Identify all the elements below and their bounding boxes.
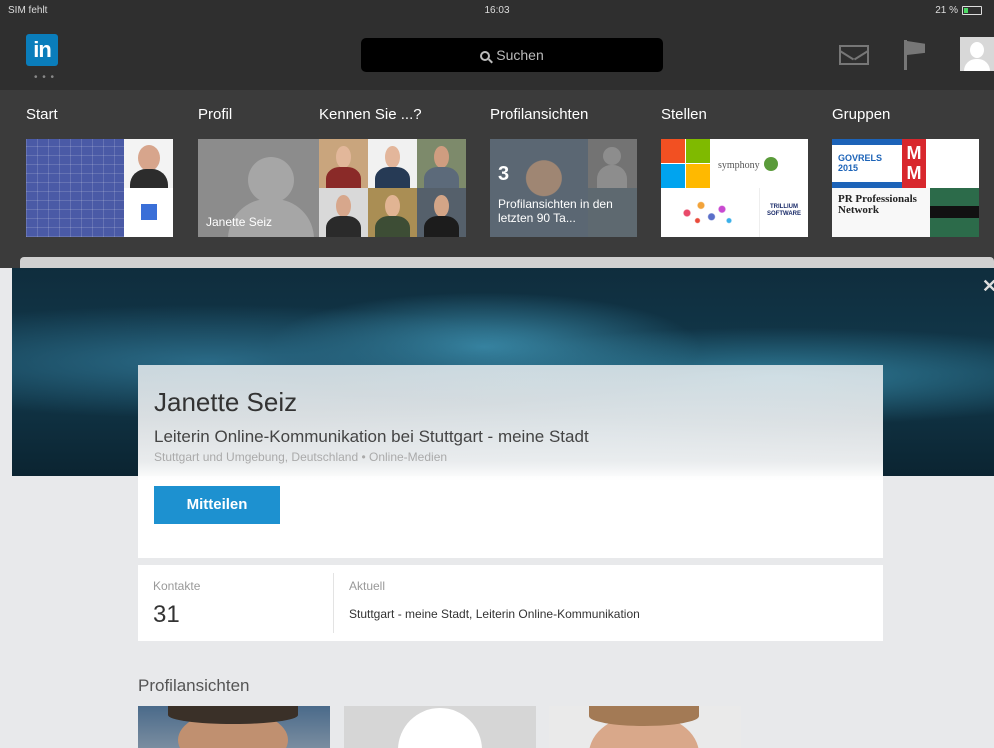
profile-icon[interactable] xyxy=(960,37,994,71)
contacts-count[interactable]: 31 xyxy=(153,601,180,629)
govrels-logo: GOVRELS 2015 xyxy=(832,139,902,188)
battery-icon xyxy=(962,6,982,15)
mm-logo: M M xyxy=(902,139,979,188)
group-logo xyxy=(930,188,979,237)
nav-profilansichten[interactable]: Profilansichten 3 Profilansichten in den… xyxy=(490,106,637,237)
nav-gruppen-label: Gruppen xyxy=(832,106,891,123)
panel-left-edge xyxy=(0,268,12,748)
burst-logo xyxy=(673,194,743,232)
profil-tile-name: Janette Seiz xyxy=(206,215,273,229)
avatar xyxy=(319,188,368,237)
avatar xyxy=(417,188,466,237)
panel-edge xyxy=(20,257,994,268)
flag-icon[interactable] xyxy=(904,40,926,70)
menu-dots-icon[interactable]: • • • xyxy=(34,72,55,83)
avatar xyxy=(124,139,173,191)
nav-gruppen[interactable]: Gruppen GOVRELS 2015 M M PR Professional… xyxy=(832,106,979,237)
avatar xyxy=(368,188,417,237)
views-caption: Profilansichten in den letzten 90 Ta... xyxy=(498,197,613,225)
nav-profil[interactable]: Profil Janette Seiz xyxy=(198,106,345,237)
govrels-text: GOVRELS 2015 xyxy=(838,153,883,173)
people-tile[interactable] xyxy=(319,139,466,237)
nav-profil-label: Profil xyxy=(198,106,233,123)
status-bar: SIM fehlt 16:03 21 % xyxy=(0,0,994,20)
close-icon[interactable]: ✕ xyxy=(982,276,994,297)
nav-stellen-label: Stellen xyxy=(661,106,707,123)
battery-percent: 21 % xyxy=(935,5,958,16)
nav-start[interactable]: Start xyxy=(26,106,173,237)
viewer-thumbnail[interactable] xyxy=(549,706,741,748)
nav-categories: Start Profil Janette Seiz Kennen Sie ...… xyxy=(0,90,994,250)
company-logo xyxy=(124,188,173,237)
linkedin-logo[interactable]: in xyxy=(26,34,58,66)
contacts-label: Kontakte xyxy=(153,579,201,593)
pr-network-logo: PR Professionals Network xyxy=(832,188,930,237)
start-tile[interactable] xyxy=(26,139,173,237)
symphony-logo: symphony xyxy=(710,139,808,188)
nav-kennen[interactable]: Kennen Sie ...? xyxy=(319,106,466,237)
nav-start-label: Start xyxy=(26,106,58,123)
jobs-tile[interactable]: symphony TRILLIUM SOFTWARE xyxy=(661,139,808,237)
symphony-text: symphony xyxy=(718,160,760,171)
profile-views-title: Profilansichten xyxy=(138,676,250,695)
viewer-thumbnail[interactable] xyxy=(344,706,536,748)
search-field[interactable]: Suchen xyxy=(361,38,663,72)
views-count: 3 xyxy=(498,163,510,185)
mail-icon[interactable] xyxy=(839,45,869,65)
viewer-thumbnail[interactable] xyxy=(138,706,330,748)
profile-headline: Leiterin Online-Kommunikation bei Stuttg… xyxy=(154,427,589,446)
top-bar: in • • • Suchen xyxy=(0,20,994,90)
trillium-logo: TRILLIUM SOFTWARE xyxy=(759,188,808,237)
profile-location: Stuttgart und Umgebung, Deutschland • On… xyxy=(154,450,448,464)
groups-tile[interactable]: GOVRELS 2015 M M PR Professionals Networ… xyxy=(832,139,979,237)
profile-stats: Kontakte 31 Aktuell Stuttgart - meine St… xyxy=(138,565,883,641)
profile-name: Janette Seiz xyxy=(154,387,298,417)
nav-stellen[interactable]: Stellen symphony TRILLIUM SOFTWARE xyxy=(661,106,808,237)
divider xyxy=(333,573,334,633)
avatar xyxy=(417,139,466,188)
nav-views-label: Profilansichten xyxy=(490,106,589,123)
search-placeholder: Suchen xyxy=(496,47,544,63)
search-icon xyxy=(480,51,491,61)
clock: 16:03 xyxy=(484,5,510,16)
profile-card: Janette Seiz Leiterin Online-Kommunikati… xyxy=(138,365,883,558)
current-position: Stuttgart - meine Stadt, Leiterin Online… xyxy=(349,607,640,621)
current-label: Aktuell xyxy=(349,579,386,593)
avatar xyxy=(368,139,417,188)
views-tile[interactable]: 3 Profilansichten in den letzten 90 Ta..… xyxy=(490,139,637,237)
microsoft-logo xyxy=(661,139,710,188)
avatar xyxy=(319,139,368,188)
battery-indicator: 21 % xyxy=(935,5,982,16)
nav-kennen-label: Kennen Sie ...? xyxy=(319,106,422,123)
share-button[interactable]: Mitteilen xyxy=(154,486,280,524)
mm-text: M M xyxy=(902,139,926,188)
